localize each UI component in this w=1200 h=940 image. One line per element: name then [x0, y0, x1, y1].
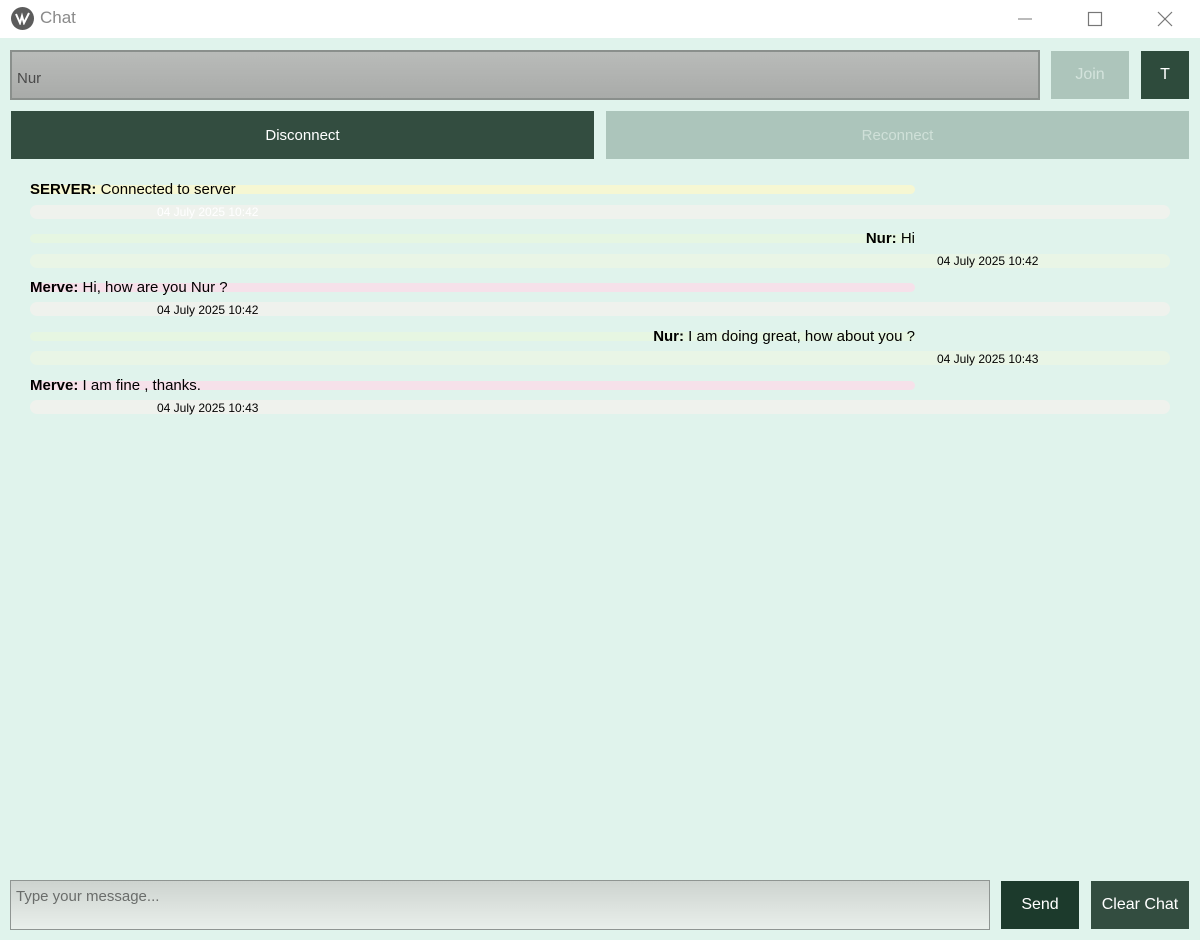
- message-text: Hi, how are you Nur ?: [78, 279, 228, 296]
- message-sender: Nur:: [865, 230, 897, 247]
- maximize-icon[interactable]: [1060, 0, 1130, 38]
- app-logo-icon: [11, 7, 34, 30]
- reconnect-button[interactable]: Reconnect: [606, 111, 1189, 159]
- message-sender: Merve:: [30, 377, 79, 394]
- message-timestamp: 04 July 2025 10:43: [937, 352, 1039, 366]
- message-sender: Nur:: [653, 328, 685, 345]
- t-button[interactable]: T: [1141, 51, 1189, 99]
- message-timestamp: 04 July 2025 10:42: [937, 254, 1039, 268]
- username-input[interactable]: [10, 50, 1040, 100]
- message-timestamp: 04 July 2025 10:43: [157, 401, 259, 415]
- message-sender: Merve:: [30, 279, 79, 296]
- message-line: SERVER: Connected to server: [30, 181, 236, 198]
- message-text: Connected to server: [96, 181, 236, 198]
- message-text: I am fine , thanks.: [78, 377, 201, 394]
- clear-chat-button[interactable]: Clear Chat: [1091, 881, 1189, 929]
- minimize-icon[interactable]: [990, 0, 1060, 38]
- send-button[interactable]: Send: [1001, 881, 1079, 929]
- message-text: Hi: [896, 230, 915, 247]
- message-timestamp: 04 July 2025 10:42: [157, 205, 259, 219]
- message-input[interactable]: [10, 880, 990, 930]
- message-text: I am doing great, how about you ?: [684, 328, 915, 345]
- join-button[interactable]: Join: [1051, 51, 1129, 99]
- window-title: Chat: [40, 8, 76, 27]
- message-line: Merve: Hi, how are you Nur ?: [30, 279, 228, 296]
- title-bar: Chat: [0, 0, 1200, 38]
- message-line: Merve: I am fine , thanks.: [30, 377, 201, 394]
- disconnect-button[interactable]: Disconnect: [11, 111, 594, 159]
- message-line: Nur: Hi: [866, 230, 915, 247]
- close-icon[interactable]: [1130, 0, 1200, 38]
- message-sender: SERVER:: [30, 181, 97, 198]
- message-line: Nur: I am doing great, how about you ?: [653, 328, 915, 345]
- message-bubble: [30, 234, 915, 243]
- message-timestamp: 04 July 2025 10:42: [157, 303, 259, 317]
